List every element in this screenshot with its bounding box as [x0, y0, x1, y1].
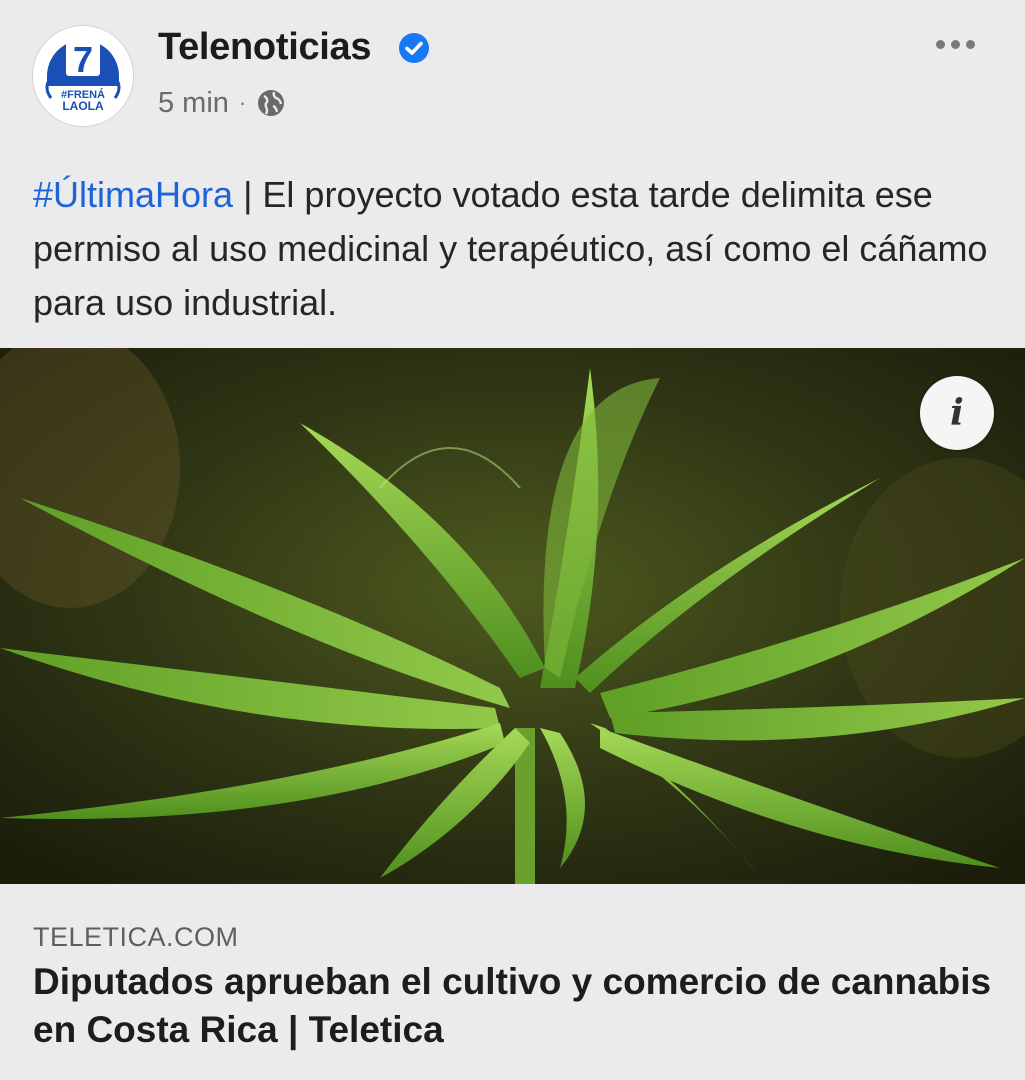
more-dot-icon: [965, 39, 975, 49]
page-avatar[interactable]: 7 #FRENÁ LAOLA: [33, 26, 133, 126]
more-dot-icon: [935, 39, 945, 49]
avatar-number: 7: [73, 39, 93, 80]
post-image[interactable]: [0, 348, 1025, 884]
page-name[interactable]: Telenoticias: [158, 26, 372, 69]
link-preview-card[interactable]: TELETICA.COM Diputados aprueban el culti…: [0, 884, 1025, 1080]
link-domain: TELETICA.COM: [33, 922, 239, 952]
link-title[interactable]: Diputados aprueban el cultivo y comercio…: [33, 958, 993, 1054]
more-dot-icon: [950, 39, 960, 49]
more-options-button[interactable]: [926, 28, 984, 60]
post-text: #ÚltimaHora | El proyecto votado esta ta…: [33, 168, 1008, 330]
meta-separator: ·: [238, 90, 247, 115]
avatar-slogan-2: LAOLA: [62, 99, 104, 113]
post-time[interactable]: 5 min: [158, 87, 229, 120]
post-meta: 5 min ·: [158, 86, 286, 120]
image-info-button[interactable]: i: [920, 376, 994, 450]
verified-badge-icon: [399, 33, 429, 63]
globe-icon: [258, 90, 285, 116]
cannabis-plant-image: [0, 348, 1025, 884]
post-header: 7 #FRENÁ LAOLA Telenoticias 5 min ·: [0, 0, 1025, 150]
hashtag-link[interactable]: #ÚltimaHora: [33, 174, 233, 215]
teletica-logo-icon: 7 #FRENÁ LAOLA: [33, 26, 133, 126]
